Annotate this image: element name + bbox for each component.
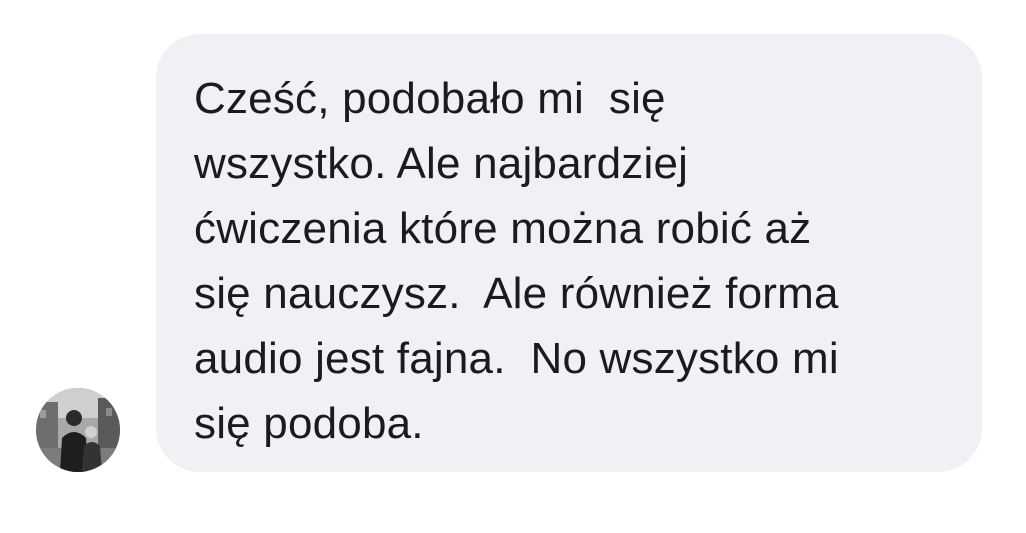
sender-avatar[interactable] xyxy=(36,388,120,472)
message-bubble[interactable]: Cześć, podobało mi się wszystko. Ale naj… xyxy=(156,34,982,472)
profile-photo-avatar-icon xyxy=(36,388,120,472)
message-line: ćwiczenia które można robić aż xyxy=(194,204,812,253)
message-line: audio jest fajna. No wszystko mi xyxy=(194,334,839,383)
conversation-view: Cześć, podobało mi się wszystko. Ale naj… xyxy=(0,0,1026,533)
message-line: się nauczysz. Ale również forma xyxy=(194,269,839,318)
message-line: się podoba. xyxy=(194,399,424,448)
message-line: wszystko. Ale najbardziej xyxy=(194,139,689,188)
message-line: Cześć, podobało mi się xyxy=(194,74,666,123)
